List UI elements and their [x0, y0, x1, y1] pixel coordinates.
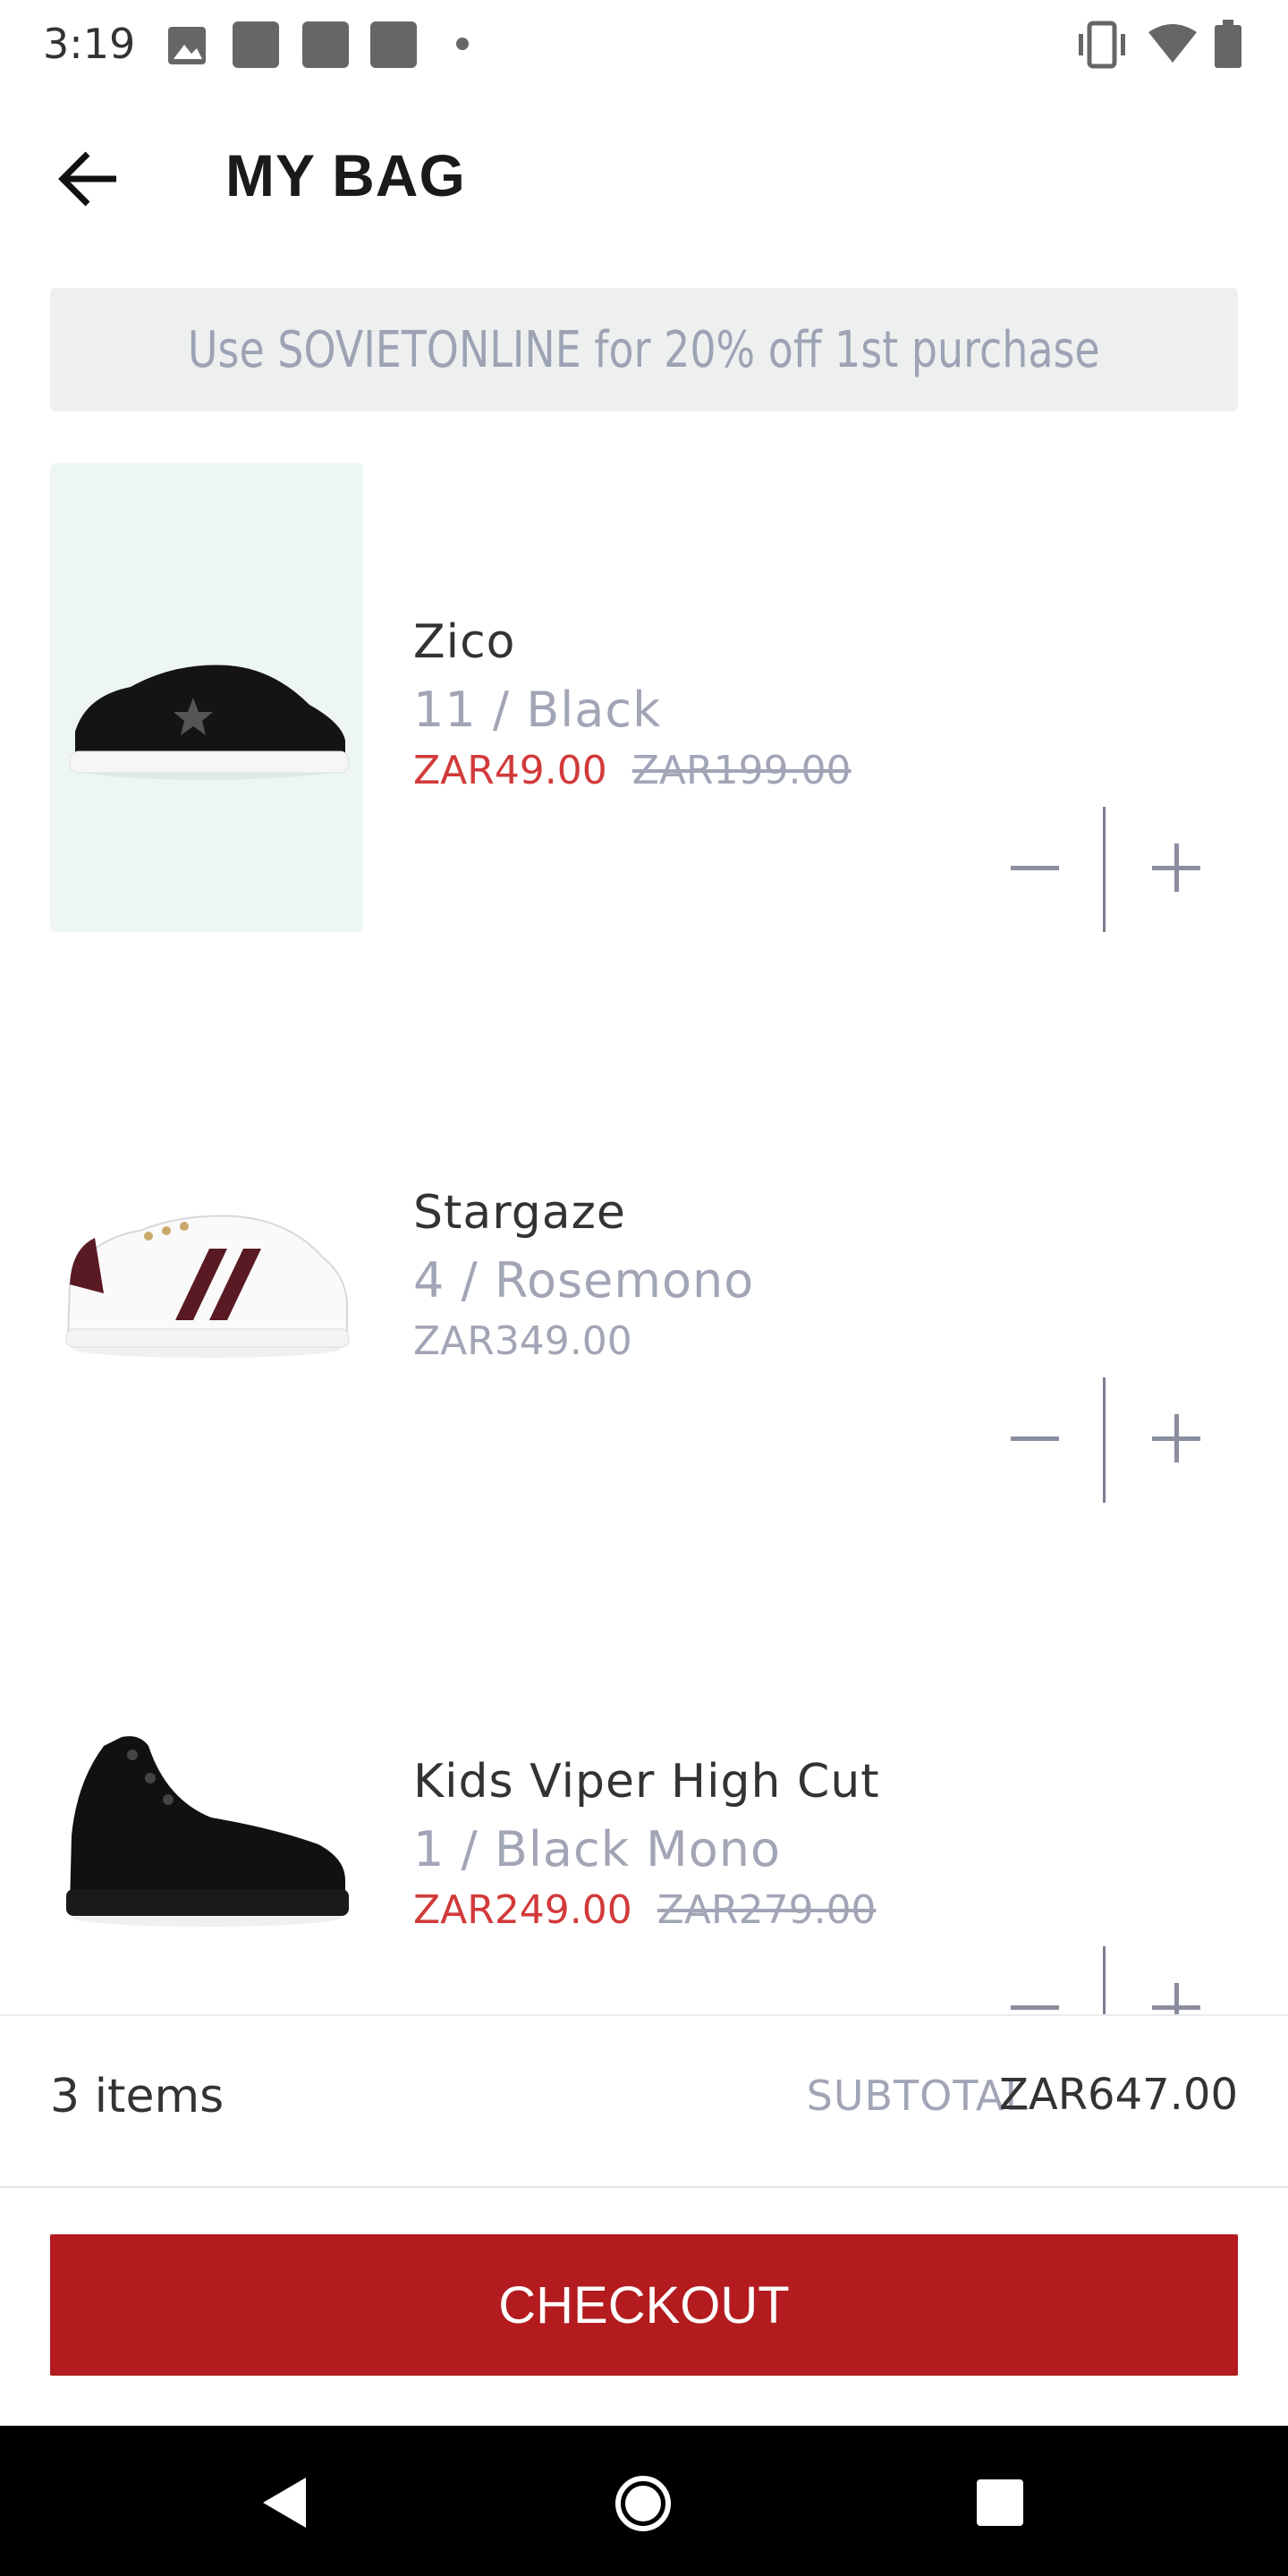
item-name[interactable]: Zico [413, 615, 515, 669]
original-price: ZAR199.00 [631, 748, 852, 793]
quantity-stepper [984, 1377, 1216, 1503]
recents-square-icon[interactable] [977, 2479, 1023, 2526]
battery-icon [1215, 20, 1241, 68]
product-image-stargaze[interactable] [50, 1034, 363, 1503]
notification-square-icon [302, 21, 349, 68]
item-price: ZAR249.00 ZAR279.00 [413, 1887, 877, 1933]
dot-icon [456, 38, 469, 50]
item-variant: 1 / Black Mono [413, 1821, 782, 1877]
stepper-divider [1103, 1946, 1106, 2014]
minus-icon[interactable] [1011, 866, 1059, 870]
checkout-label: CHECKOUT [498, 2275, 790, 2334]
promo-banner: Use SOVIETONLINE for 20% off 1st purchas… [50, 288, 1238, 411]
back-triangle-icon[interactable] [259, 2476, 309, 2529]
wifi-icon [1148, 24, 1197, 63]
home-circle-icon[interactable] [614, 2474, 673, 2533]
product-image-kids-viper[interactable] [50, 1603, 363, 2014]
app-bar: MY BAG [0, 89, 1288, 268]
item-name[interactable]: Kids Viper High Cut [413, 1755, 880, 1809]
cart-item: Stargaze 4 / Rosemono ZAR349.00 [0, 1034, 1288, 1535]
promo-text: Use SOVIETONLINE for 20% off 1st purchas… [188, 320, 1100, 379]
original-price: ZAR279.00 [657, 1887, 877, 1933]
arrow-left-icon[interactable] [54, 143, 125, 215]
stepper-divider [1103, 807, 1106, 932]
item-variant: 11 / Black [413, 682, 662, 738]
stepper-divider [1103, 1377, 1106, 1503]
status-time: 3:19 [43, 20, 136, 68]
item-name[interactable]: Stargaze [413, 1186, 626, 1240]
product-image-zico[interactable] [50, 463, 363, 932]
quantity-stepper [984, 1946, 1216, 2014]
image-icon [168, 27, 206, 64]
item-price: ZAR349.00 [413, 1318, 632, 1364]
system-nav-bar [0, 2426, 1288, 2576]
page-title: MY BAG [225, 142, 466, 208]
minus-icon[interactable] [1011, 2005, 1059, 2010]
item-price: ZAR49.00 ZAR199.00 [413, 748, 852, 793]
status-bar: 3:19 [0, 0, 1288, 89]
subtotal-label: SUBTOTAL [806, 2072, 1029, 2120]
cart-item: Kids Viper High Cut 1 / Black Mono ZAR24… [0, 1603, 1288, 2014]
vibrate-icon [1079, 21, 1125, 69]
item-variant: 4 / Rosemono [413, 1252, 755, 1309]
item-count: 3 items [50, 2070, 225, 2123]
notification-square-icon [370, 21, 417, 68]
subtotal-value: ZAR647.00 [998, 2070, 1238, 2120]
quantity-stepper [984, 807, 1216, 932]
notification-square-icon [233, 21, 279, 68]
checkout-button[interactable]: CHECKOUT [50, 2234, 1238, 2376]
minus-icon[interactable] [1011, 1436, 1059, 1441]
sale-price: ZAR49.00 [413, 748, 607, 793]
sale-price: ZAR249.00 [413, 1887, 632, 1933]
cart-item: Zico 11 / Black ZAR49.00 ZAR199.00 [0, 463, 1288, 964]
bag-summary: 3 items SUBTOTAL ZAR647.00 [0, 2014, 1288, 2188]
